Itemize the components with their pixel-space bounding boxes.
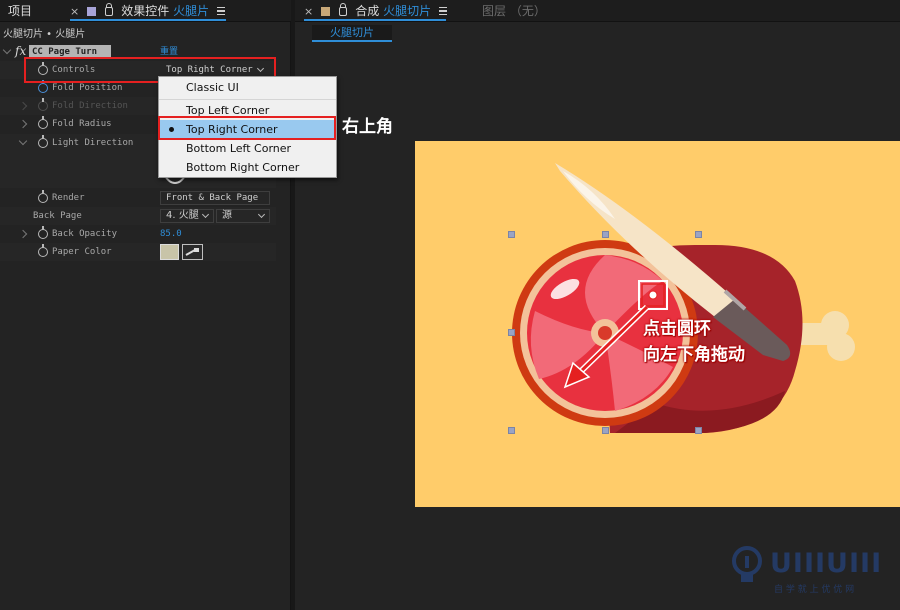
transform-handle[interactable]: [508, 427, 515, 434]
stopwatch-icon[interactable]: [38, 80, 48, 93]
tab-effect-controls[interactable]: × 效果控件 火腿片: [70, 3, 226, 19]
tab-composition-name: 火腿切片: [383, 4, 432, 18]
transform-handle[interactable]: [695, 231, 702, 238]
tab-composition-label: 合成: [355, 4, 380, 18]
panel-tab-bar: 项目 × 效果控件 火腿片 × 合成 火腿切片 图层 （无）: [0, 0, 900, 22]
transform-handle[interactable]: [602, 427, 609, 434]
menu-separator: [159, 99, 336, 100]
stopwatch-icon[interactable]: [38, 190, 48, 203]
property-label: Render: [52, 193, 85, 203]
tab-layer[interactable]: 图层 （无）: [482, 3, 546, 19]
active-tab-indicator: [70, 19, 226, 21]
composition-canvas[interactable]: 点击圆环 向左下角拖动: [415, 141, 900, 507]
property-label: Paper Color: [52, 247, 112, 257]
back-opacity-value[interactable]: 85.0: [160, 225, 182, 243]
watermark-brand: UIIIUIII: [770, 548, 883, 579]
menu-item-label: Classic UI: [186, 81, 239, 94]
property-row-back-page: Back Page 4. 火腿 源: [0, 207, 276, 225]
eyedropper-icon-glyph: [185, 248, 199, 256]
transform-handle[interactable]: [508, 231, 515, 238]
breadcrumb: 火腿切片 • 火腿片: [3, 29, 86, 40]
property-row-render: Render Front & Back Page: [0, 189, 276, 207]
menu-item-label: Bottom Right Corner: [186, 161, 300, 174]
twirl-right-icon[interactable]: [18, 119, 28, 129]
panel-color-icon: [87, 7, 97, 16]
transform-handle[interactable]: [695, 427, 702, 434]
twirl-down-icon[interactable]: [2, 45, 12, 55]
active-tab-indicator: [304, 19, 446, 21]
menu-item-bottom-left-corner[interactable]: Bottom Left Corner: [159, 139, 336, 158]
property-label: Fold Direction: [52, 101, 128, 111]
twirl-right-icon[interactable]: [18, 229, 28, 239]
stopwatch-icon[interactable]: [38, 135, 48, 148]
stopwatch-icon[interactable]: [38, 244, 48, 257]
lock-icon[interactable]: [339, 3, 348, 16]
transform-handle[interactable]: [602, 231, 609, 238]
lightbulb-logo-glyph: [732, 546, 762, 582]
tab-project[interactable]: 项目: [8, 3, 32, 19]
composition-breadcrumb-tab[interactable]: 火腿切片: [312, 25, 392, 42]
watermark-tagline: 自 学 就 上 优 优 网: [774, 585, 855, 595]
twirl-right-icon[interactable]: [18, 101, 28, 111]
menu-item-classic-ui[interactable]: Classic UI: [159, 78, 336, 97]
eyedropper-icon[interactable]: [182, 244, 203, 260]
property-label: Back Opacity: [52, 229, 118, 239]
stopwatch-icon[interactable]: [38, 116, 48, 129]
annotation-drag-line1: 点击圆环: [643, 319, 711, 339]
twirl-down-icon[interactable]: [18, 136, 28, 146]
property-label: Back Page: [33, 211, 82, 221]
menu-item-label: Bottom Left Corner: [186, 142, 292, 155]
lightbulb-logo-icon: [730, 546, 764, 586]
panel-menu-icon[interactable]: [439, 7, 448, 15]
property-label: Fold Radius: [52, 119, 112, 129]
panel-menu-icon[interactable]: [217, 7, 226, 15]
highlight-box-top-right-corner: [158, 116, 336, 140]
menu-item-bottom-right-corner[interactable]: Bottom Right Corner: [159, 158, 336, 177]
tab-composition[interactable]: × 合成 火腿切片: [304, 3, 448, 19]
tab-effect-controls-layer: 火腿片: [173, 4, 210, 18]
tab-effect-controls-label: 效果控件: [121, 4, 170, 18]
close-icon[interactable]: ×: [304, 5, 313, 18]
property-row-back-opacity: Back Opacity 85.0: [0, 225, 276, 243]
render-select[interactable]: Front & Back Page: [160, 191, 270, 205]
stopwatch-icon[interactable]: [38, 226, 48, 239]
tab-project-label: 项目: [8, 4, 33, 18]
annotation-drag-line2: 向左下角拖动: [643, 345, 745, 365]
annotation-top-right-corner: 右上角: [342, 117, 393, 137]
tab-layer-label: 图层 （无）: [482, 4, 546, 18]
stopwatch-icon: [38, 98, 48, 111]
paper-color-swatch[interactable]: [160, 244, 179, 260]
transform-handle[interactable]: [508, 329, 515, 336]
panel-color-icon: [321, 7, 331, 16]
property-label: Light Direction: [52, 138, 134, 148]
property-row-paper-color: Paper Color: [0, 243, 276, 261]
close-icon[interactable]: ×: [70, 5, 79, 18]
lock-icon[interactable]: [105, 3, 114, 16]
